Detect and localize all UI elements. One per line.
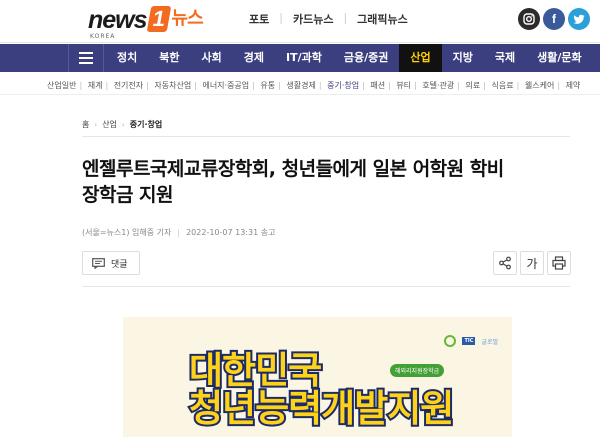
subnav-item[interactable]: 생활경제 [286,81,315,90]
breadcrumb-home[interactable]: 홈 [82,119,89,130]
image-tag: 해외리지원장학금 [390,364,445,377]
divider [82,136,570,137]
breadcrumb-current[interactable]: 중기·창업 [130,119,162,130]
comment-button[interactable]: 댓글 [82,251,140,275]
instagram-icon[interactable] [518,8,540,30]
subnav-item[interactable]: 호텔·관광 [422,81,454,90]
logo-korean-text: 뉴스 [171,8,204,29]
font-size-button[interactable]: 가 [520,251,544,275]
header: news 1 뉴스 KOREA 포토 | 카드뉴스 | 그래픽뉴스 f [0,0,600,43]
subnav-item[interactable]: 전기전자 [114,81,143,90]
article-tools: 가 [493,251,571,275]
subnav-item[interactable]: 뷰티 [396,81,411,90]
tab-society[interactable]: 사회 [191,44,233,72]
subnav-item[interactable]: 자동차산업 [154,81,191,90]
divider [82,286,570,287]
subnav-item[interactable]: 패션 [370,81,385,90]
tab-regional[interactable]: 지방 [442,44,484,72]
divider: | [279,11,283,24]
comment-icon [92,257,105,269]
divider: | [343,11,348,24]
tab-it-science[interactable]: IT/과학 [275,44,333,72]
tab-economy[interactable]: 경제 [233,44,275,72]
subnav-item[interactable]: 의료 [466,81,481,90]
article-byline: (서울=뉴스1) 임해중 기자 | 2022-10-07 13:31 송고 [82,227,275,238]
sponsor-logos: TIC 글로벌 [444,335,498,347]
main-nav: 정치 북한 사회 경제 IT/과학 금융/증권 산업 지방 국제 생활/문화 [0,44,600,72]
subnav-item[interactable]: 에너지·중공업 [202,81,249,90]
subnav-item-current[interactable]: 중기·창업 [327,81,359,90]
image-title-line-2: 청년능력개발지원 [187,387,456,431]
subnav-item[interactable]: 재계 [88,81,103,90]
chevron-right-icon: › [121,120,125,129]
facebook-icon[interactable]: f [543,8,565,30]
chevron-right-icon: › [94,120,98,129]
twitter-icon[interactable] [568,8,590,30]
tab-life-culture[interactable]: 생활/문화 [526,44,593,72]
logo-one-mark: 1 [146,6,171,32]
logo-korea-subtext: KOREA [90,33,116,40]
top-nav: 포토 | 카드뉴스 | 그래픽뉴스 [245,11,412,27]
tab-politics[interactable]: 정치 [106,44,148,72]
print-icon[interactable] [547,251,571,275]
subnav-item[interactable]: 제약 [566,81,581,90]
global-logo: 글로벌 [481,338,498,346]
subnav-item[interactable]: 웰스케어 [525,81,554,90]
article-image[interactable]: TIC 글로벌 해외리지원장학금 대한민국 청년능력개발지원 [123,317,512,437]
top-nav-photo[interactable]: 포토 [245,11,273,27]
top-nav-cardnews[interactable]: 카드뉴스 [289,11,337,27]
social-links: f [518,8,590,30]
sub-nav: 산업일반 | 재계 | 전기전자 | 자동차산업 | 에너지·중공업 | 유통 | 생활경제… [0,77,600,95]
headline-line-1: 엔젤루트국제교류장학회, 청년들에게 일본 어학원 학비 [82,158,504,180]
share-icon[interactable] [493,251,517,275]
tab-north-korea[interactable]: 북한 [148,44,190,72]
divider: | [177,228,181,237]
breadcrumb: 홈 › 산업 › 중기·창업 [82,119,162,130]
subnav-item[interactable]: 산업일반 [47,81,76,90]
tab-international[interactable]: 국제 [484,44,526,72]
news1-logo[interactable]: news 1 뉴스 KOREA [88,6,204,40]
subnav-item[interactable]: 식음료 [492,81,514,90]
logo-news-text: news [88,6,148,34]
byline-source: (서울=뉴스1) 임해중 기자 [82,228,172,237]
image-title-line-1: 대한민국 [187,349,324,393]
subnav-item[interactable]: 유통 [260,81,275,90]
comment-label: 댓글 [111,259,128,270]
tic-logo: TIC [462,337,476,345]
tab-finance[interactable]: 금융/증권 [333,44,400,72]
breadcrumb-section[interactable]: 산업 [102,119,117,130]
headline-line-2: 장학금 지원 [82,184,174,206]
top-nav-graphicnews[interactable]: 그래픽뉴스 [353,11,412,27]
article-headline: 엔젤루트국제교류장학회, 청년들에게 일본 어학원 학비 장학금 지원 [82,156,562,208]
byline-time: 2022-10-07 13:31 송고 [186,228,276,237]
circle-logo-icon [444,335,457,347]
hamburger-menu-icon[interactable] [68,44,104,72]
tab-industry[interactable]: 산업 [399,44,442,72]
